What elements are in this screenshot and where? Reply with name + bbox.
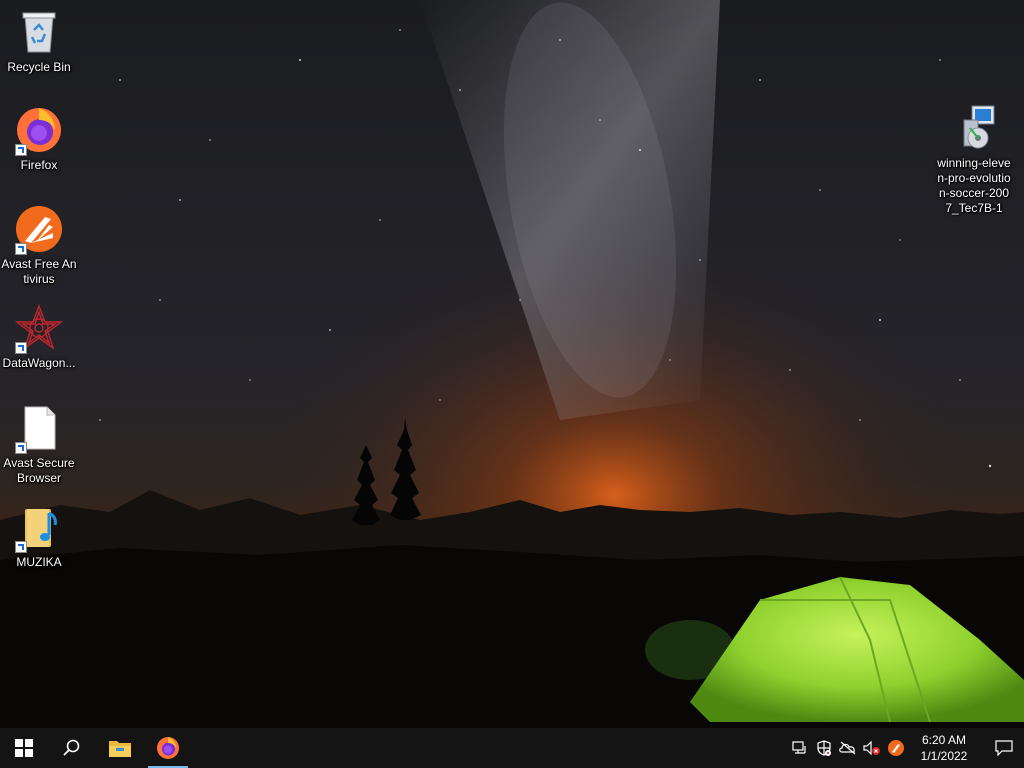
desktop-icon-recycle-bin[interactable]: Recycle Bin xyxy=(1,8,77,75)
avast-icon xyxy=(15,205,63,255)
desktop-icon-avast-free-antivirus[interactable]: Avast Free Antivirus xyxy=(1,205,77,287)
clock-time: 6:20 AM xyxy=(921,733,967,747)
desktop-wallpaper xyxy=(0,0,1024,728)
wallpaper-image xyxy=(0,0,1024,728)
desktop-icon-muzika[interactable]: MUZIKA xyxy=(1,503,77,570)
desktop-icon-label: DataWagon... xyxy=(2,356,76,370)
shortcut-arrow-icon xyxy=(15,144,27,156)
network-icon[interactable] xyxy=(788,728,812,768)
search-button[interactable] xyxy=(48,728,96,768)
desktop-icon-label: winning-eleven-pro-evolution-soccer-2007… xyxy=(937,156,1011,215)
desktop-icon-avast-secure-browser[interactable]: Avast Secure Browser xyxy=(1,404,77,486)
file-explorer-icon xyxy=(109,741,131,757)
desktop-icon-label: Recycle Bin xyxy=(7,60,71,74)
shortcut-arrow-icon xyxy=(15,541,27,553)
music-folder-icon xyxy=(15,503,63,553)
file-explorer-button[interactable] xyxy=(96,728,144,768)
start-button[interactable] xyxy=(0,728,48,768)
volume-muted-icon[interactable] xyxy=(860,728,884,768)
desktop-icon-datawagon[interactable]: DataWagon... xyxy=(1,304,77,371)
windows-security-icon[interactable] xyxy=(812,728,836,768)
notification-center-button[interactable] xyxy=(984,728,1024,768)
firefox-icon xyxy=(15,106,63,156)
desktop-icon-firefox[interactable]: Firefox xyxy=(1,106,77,173)
system-tray: 6:20 AM 1/1/2022 xyxy=(788,728,1024,768)
desktop-icon-winning-eleven-installer[interactable]: winning-eleven-pro-evolution-soccer-2007… xyxy=(936,104,1012,216)
desktop-icon-label: Avast Free Antivirus xyxy=(1,257,77,286)
desktop-icon-label: MUZIKA xyxy=(16,555,62,569)
desktop-icon-label: Firefox xyxy=(20,158,58,172)
shortcut-arrow-icon xyxy=(15,442,27,454)
windows-start-icon xyxy=(15,739,33,757)
avast-tray-icon[interactable] xyxy=(884,728,908,768)
firefox-icon xyxy=(157,737,179,759)
blank-document-icon xyxy=(15,404,63,454)
shortcut-arrow-icon xyxy=(15,342,27,354)
clock-date: 1/1/2022 xyxy=(920,749,968,763)
taskbar: 6:20 AM 1/1/2022 xyxy=(0,728,1024,768)
datawagon-icon xyxy=(14,304,64,354)
recycle-bin-icon xyxy=(15,8,63,56)
installer-icon xyxy=(950,104,998,152)
shortcut-arrow-icon xyxy=(15,243,27,255)
onedrive-offline-icon[interactable] xyxy=(836,728,860,768)
notification-icon xyxy=(995,740,1013,756)
taskbar-clock[interactable]: 6:20 AM 1/1/2022 xyxy=(908,732,980,764)
firefox-taskbar-button[interactable] xyxy=(144,728,192,768)
search-icon xyxy=(63,739,80,756)
desktop-icon-label: Avast Secure Browser xyxy=(3,456,75,485)
